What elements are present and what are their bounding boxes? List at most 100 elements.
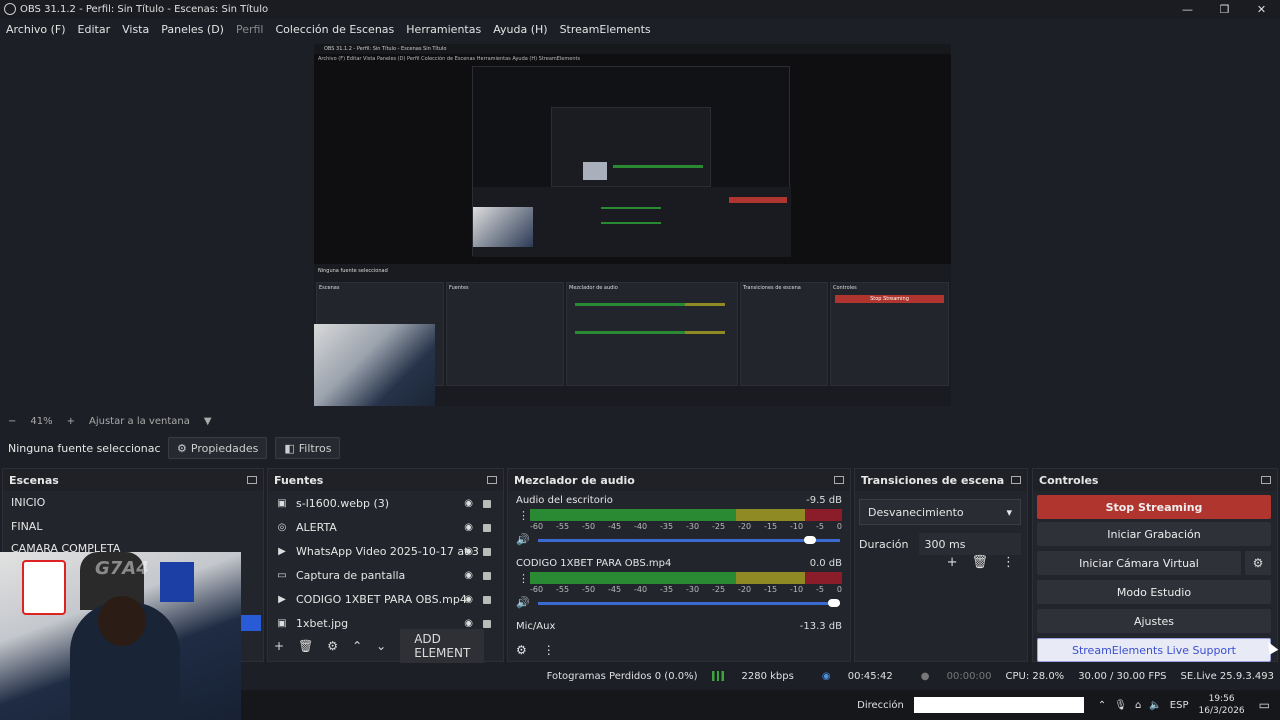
channel-menu-icon[interactable]: ⋮ <box>518 572 529 585</box>
eye-icon[interactable]: ◉ <box>464 522 473 533</box>
controls-title: Controles <box>1039 473 1099 487</box>
menu-perfil[interactable]: Perfil <box>236 23 264 36</box>
source-item[interactable]: ▶ WhatsApp Video 2025-10-17 at 3 ◉ <box>268 539 503 563</box>
display-capture-icon: ▭ <box>277 569 287 581</box>
virtual-camera-button[interactable]: Iniciar Cámara Virtual <box>1037 551 1241 575</box>
source-label: s-l1600.webp (3) <box>296 496 390 510</box>
filters-button[interactable]: ◧ Filtros <box>275 437 341 459</box>
clock[interactable]: 19:56 16/3/2026 <box>1199 693 1245 717</box>
zoom-out-button[interactable]: − <box>8 416 16 427</box>
undock-icon[interactable] <box>834 476 844 484</box>
source-label: CODIGO 1XBET PARA OBS.mp4 <box>296 592 467 606</box>
program-preview[interactable]: OBS 31.1.2 - Perfil: Sin Título - Escena… <box>314 44 951 406</box>
dropped-frames: Fotogramas Perdidos 0 (0.0%) <box>546 670 698 682</box>
eye-icon[interactable]: ◉ <box>464 498 473 509</box>
source-item[interactable]: ◎ ALERTA ◉ <box>268 515 503 539</box>
start-recording-button[interactable]: Iniciar Grabación <box>1037 522 1271 546</box>
settings-button[interactable]: Ajustes <box>1037 609 1271 633</box>
filter-icon: ◧ <box>284 441 295 455</box>
mixer-settings-icon[interactable]: ⚙ <box>516 643 527 657</box>
studio-mode-button[interactable]: Modo Estudio <box>1037 580 1271 604</box>
clock-date: 16/3/2026 <box>1198 706 1245 716</box>
lock-icon[interactable] <box>483 548 491 556</box>
gear-icon: ⚙ <box>177 441 187 455</box>
duration-label: Duración <box>859 537 909 551</box>
zoom-in-button[interactable]: + <box>67 416 75 427</box>
source-toolbar: Ninguna fuente seleccionac ⚙ Propiedades… <box>0 434 1280 462</box>
properties-button[interactable]: ⚙ Propiedades <box>168 437 268 459</box>
preview-no-source: Ninguna fuente seleccionad <box>318 268 388 274</box>
trash-icon[interactable]: 🗑 <box>971 555 988 570</box>
channel-menu-icon[interactable]: ⋮ <box>518 509 529 522</box>
menu-vista[interactable]: Vista <box>122 23 149 36</box>
undock-icon[interactable] <box>487 476 497 484</box>
undock-icon[interactable] <box>247 476 257 484</box>
lock-icon[interactable] <box>483 596 491 604</box>
undock-icon[interactable] <box>1011 476 1021 484</box>
eye-icon[interactable]: ◉ <box>464 618 473 629</box>
menu-streamelements[interactable]: StreamElements <box>560 23 651 36</box>
mixer-title: Mezclador de audio <box>514 473 635 487</box>
menu-editar[interactable]: Editar <box>78 23 111 36</box>
notification-icon[interactable]: ▭ <box>1259 698 1270 712</box>
eye-icon[interactable]: ◉ <box>464 546 473 557</box>
volume-slider[interactable] <box>538 536 840 544</box>
tick-label: -60 <box>530 585 544 594</box>
scene-item-inicio[interactable]: INICIO <box>3 491 263 515</box>
source-item[interactable]: ▭ Captura de pantalla ◉ <box>268 563 503 587</box>
eye-icon[interactable]: ◉ <box>464 594 473 605</box>
add-transition-icon[interactable]: + <box>947 555 958 570</box>
trash-icon[interactable]: 🗑 <box>298 639 313 653</box>
menu-coleccion-escenas[interactable]: Colección de Escenas <box>276 23 395 36</box>
add-element-button[interactable]: ADD ELEMENT <box>400 629 485 663</box>
volume-slider[interactable] <box>538 599 840 607</box>
eye-icon[interactable]: ◉ <box>464 570 473 581</box>
add-source-icon[interactable]: + <box>274 639 284 653</box>
volume-knob[interactable] <box>828 599 840 607</box>
chevron-down-icon[interactable]: ▼ <box>204 416 212 427</box>
mixer-channel: Audio del escritorio -9.5 dB ⋮ -60 -55 -50 -45… <box>508 491 850 554</box>
gear-icon[interactable]: ⚙ <box>1245 551 1271 575</box>
close-button[interactable]: ✕ <box>1243 0 1280 18</box>
source-item[interactable]: ▣ s-l1600.webp (3) ◉ <box>268 491 503 515</box>
signal-bars-icon <box>711 670 724 681</box>
transition-menu-icon[interactable]: ⋮ <box>1002 555 1015 570</box>
undock-icon[interactable] <box>1261 476 1271 484</box>
menu-archivo[interactable]: Archivo (F) <box>6 23 66 36</box>
arrow-up-icon[interactable]: ⌃ <box>352 639 362 653</box>
browser-icon: ◎ <box>277 521 287 533</box>
lock-icon[interactable] <box>483 620 491 628</box>
address-input[interactable] <box>913 697 1084 713</box>
speaker-icon[interactable]: 🔊 <box>516 533 530 546</box>
speaker-icon[interactable]: 🔊 <box>516 596 530 609</box>
se-live-support-button[interactable]: StreamElements Live Support <box>1037 638 1271 662</box>
source-item[interactable]: ▶ CODIGO 1XBET PARA OBS.mp4 ◉ <box>268 587 503 611</box>
maximize-button[interactable]: ❐ <box>1206 0 1243 18</box>
stop-streaming-button[interactable]: Stop Streaming <box>1037 495 1271 519</box>
lock-icon[interactable] <box>483 524 491 532</box>
duration-input[interactable]: 300 ms <box>918 533 1021 555</box>
chevron-up-icon[interactable]: ⌃ <box>1098 700 1106 711</box>
menu-paneles[interactable]: Paneles (D) <box>161 23 224 36</box>
lock-icon[interactable] <box>483 500 491 508</box>
arrow-down-icon[interactable]: ⌄ <box>376 639 386 653</box>
mixer-menu-icon[interactable]: ⋮ <box>543 643 555 657</box>
network-icon[interactable]: ⌂ <box>1135 700 1141 711</box>
menu-ayuda[interactable]: Ayuda (H) <box>493 23 547 36</box>
speaker-icon[interactable]: 🔈 <box>1149 700 1161 711</box>
menu-herramientas[interactable]: Herramientas <box>406 23 481 36</box>
sources-title: Fuentes <box>274 473 324 487</box>
tick-label: 0 <box>836 585 842 594</box>
transition-select[interactable]: Desvanecimiento ▾ <box>859 499 1021 525</box>
lock-icon[interactable] <box>483 572 491 580</box>
minimize-button[interactable]: — <box>1169 0 1206 18</box>
scene-item-final[interactable]: FINAL <box>3 515 263 539</box>
volume-knob[interactable] <box>803 536 816 544</box>
mic-icon[interactable]: 🎙 <box>1114 700 1127 711</box>
channel-db: -9.5 dB <box>806 495 842 506</box>
language-indicator[interactable]: ESP <box>1170 700 1189 711</box>
gear-icon[interactable]: ⚙ <box>327 639 338 653</box>
source-label: WhatsApp Video 2025-10-17 at 3 <box>296 544 479 558</box>
zoom-fit-select[interactable]: Ajustar a la ventana <box>89 416 190 427</box>
scene-item-camara-completa[interactable]: CAMARA COMPLETA <box>3 539 263 553</box>
